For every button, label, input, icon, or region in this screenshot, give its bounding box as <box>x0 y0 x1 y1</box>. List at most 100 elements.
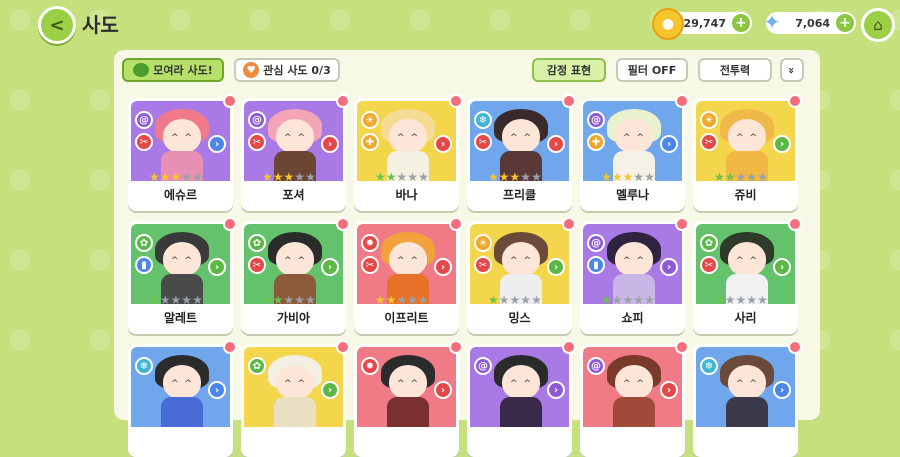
role-icon: ✂ <box>700 256 718 274</box>
character-card[interactable]: ^^ ❄ › <box>128 340 237 457</box>
character-card[interactable]: ^^ ✿ ▮ › ★ ★ ★ ★ ★ 알레트 <box>128 217 237 334</box>
chevron-right-icon: › <box>773 381 791 399</box>
star-icon: ★ <box>644 293 655 304</box>
favorites-label: 관심 사도 0/3 <box>263 64 331 77</box>
gem-counter: ✦ 7,064 + <box>764 10 856 34</box>
character-portrait: ^^ @ ▮ › ★ ★ ★ ★ ★ <box>583 224 682 304</box>
chevron-right-icon: › <box>547 381 565 399</box>
character-card[interactable]: ^^ ✿ › <box>241 340 350 457</box>
character-card[interactable]: ^^ ☀ ✂ › ★ ★ ★ ★ ★ 밍스 <box>467 217 576 334</box>
chevron-right-icon: › <box>547 135 565 153</box>
character-portrait: ^^ ✿ › <box>244 347 343 427</box>
flower-badge-icon <box>562 94 576 108</box>
star-icon: ★ <box>192 293 203 304</box>
character-card[interactable]: ^^ ☀ ✂ › ★ ★ ★ ★ ★ 쥬비 <box>693 94 802 211</box>
flower-badge-icon <box>449 340 463 354</box>
character-portrait: ^^ ❄ ✂ › ★ ★ ★ ★ ★ <box>470 101 569 181</box>
star-icon: ★ <box>396 293 408 304</box>
star-icon: ★ <box>262 293 273 304</box>
character-card[interactable]: ^^ @ › <box>467 340 576 457</box>
star-icon: ★ <box>498 293 510 304</box>
star-icon: ★ <box>375 293 386 304</box>
chevron-right-icon: › <box>208 381 226 399</box>
character-eyes: ^^ <box>284 256 312 266</box>
star-icon: ★ <box>735 170 747 181</box>
star-icon: ★ <box>181 170 193 181</box>
star-icon: ★ <box>149 293 160 304</box>
star-rating: ★ ★ ★ ★ ★ <box>375 171 429 181</box>
star-icon: ★ <box>385 170 397 181</box>
character-name: 쥬비 <box>734 188 757 202</box>
star-rating: ★ ★ ★ ★ ★ <box>488 294 542 304</box>
character-card[interactable]: ^^ ✿ ✂ › ★ ★ ★ ★ ★ 가비아 <box>241 217 350 334</box>
character-card[interactable]: ^^ @ › <box>580 340 689 457</box>
role-icon: ✂ <box>700 133 718 151</box>
back-button[interactable]: < <box>38 6 76 44</box>
star-icon: ★ <box>601 170 612 181</box>
element-icon: ✸ <box>361 234 379 252</box>
star-rating: ★ ★ ★ ★ ★ <box>262 294 316 304</box>
add-coins-button[interactable]: + <box>732 14 750 32</box>
character-portrait: ^^ ✸ ✂ › ★ ★ ★ ★ ★ <box>357 224 456 304</box>
chevron-right-icon: › <box>773 135 791 153</box>
add-gems-button[interactable]: + <box>836 14 854 32</box>
character-card[interactable]: ^^ @ ✚ › ★ ★ ★ ★ ★ 멜루나 <box>580 94 689 211</box>
element-icon: @ <box>587 111 605 129</box>
star-icon: ★ <box>611 293 623 304</box>
element-icon: @ <box>587 357 605 375</box>
favorites-button[interactable]: ♥ 관심 사도 0/3 <box>234 58 340 82</box>
character-card[interactable]: ^^ @ ✂ › ★ ★ ★ ★ ★ 에슈르 <box>128 94 237 211</box>
element-icon: ☀ <box>474 234 492 252</box>
gem-amount: 7,064 <box>795 16 830 30</box>
character-portrait: ^^ ✿ ✂ › ★ ★ ★ ★ ★ <box>696 224 795 304</box>
flower-badge-icon <box>562 340 576 354</box>
sort-power-button[interactable]: 전투력 <box>698 58 772 82</box>
emote-button[interactable]: 감정 표현 <box>532 58 606 82</box>
character-panel: 모여라 사도! ♥ 관심 사도 0/3 감정 표현 필터 OFF 전투력 » ^… <box>114 50 820 457</box>
character-card[interactable]: ^^ @ ✂ › ★ ★ ★ ★ ★ 포셔 <box>241 94 350 211</box>
character-eyes: ^^ <box>736 256 764 266</box>
character-eyes: ^^ <box>510 133 538 143</box>
character-card[interactable]: ^^ ✸ › <box>354 340 463 457</box>
role-icon: ✂ <box>248 133 266 151</box>
character-card[interactable]: ^^ ❄ › <box>693 340 802 457</box>
character-eyes: ^^ <box>284 133 312 143</box>
chevron-right-icon: › <box>208 258 226 276</box>
character-eyes: ^^ <box>284 379 312 389</box>
chevron-right-icon: › <box>660 135 678 153</box>
character-card[interactable]: ^^ @ ▮ › ★ ★ ★ ★ ★ 쇼피 <box>580 217 689 334</box>
home-button[interactable]: ⌂ <box>861 8 895 42</box>
star-icon: ★ <box>396 170 408 181</box>
character-portrait: ^^ ❄ › <box>131 347 230 427</box>
star-icon: ★ <box>305 170 316 181</box>
page-title: 사도 <box>82 13 119 37</box>
gather-button[interactable]: 모여라 사도! <box>122 58 224 82</box>
character-name: 에슈르 <box>163 188 198 202</box>
flower-badge-icon <box>223 217 237 231</box>
star-icon: ★ <box>601 293 612 304</box>
expand-toolbar-button[interactable]: » <box>780 58 804 82</box>
role-icon: ✂ <box>361 256 379 274</box>
character-name: 이프리트 <box>384 311 429 325</box>
chevron-right-icon: › <box>660 381 678 399</box>
star-icon: ★ <box>181 293 193 304</box>
role-icon: ✂ <box>474 133 492 151</box>
star-icon: ★ <box>159 293 171 304</box>
character-eyes: ^^ <box>623 256 651 266</box>
character-card[interactable]: ^^ ✿ ✂ › ★ ★ ★ ★ ★ 사리 <box>693 217 802 334</box>
character-portrait: ^^ ☀ ✂ › ★ ★ ★ ★ ★ <box>470 224 569 304</box>
chevron-right-icon: › <box>547 258 565 276</box>
role-icon: ✂ <box>474 256 492 274</box>
character-name: 바나 <box>395 188 418 202</box>
flower-badge-icon <box>675 94 689 108</box>
character-card[interactable]: ^^ ☀ ✚ › ★ ★ ★ ★ ★ 바나 <box>354 94 463 211</box>
star-icon: ★ <box>283 293 295 304</box>
star-icon: ★ <box>633 293 645 304</box>
flower-badge-icon <box>336 217 350 231</box>
filter-button[interactable]: 필터 OFF <box>616 58 688 82</box>
element-icon: ☀ <box>361 111 379 129</box>
character-card[interactable]: ^^ ❄ ✂ › ★ ★ ★ ★ ★ 프리클 <box>467 94 576 211</box>
character-card[interactable]: ^^ ✸ ✂ › ★ ★ ★ ★ ★ 이프리트 <box>354 217 463 334</box>
star-icon: ★ <box>531 170 542 181</box>
star-icon: ★ <box>170 293 182 304</box>
